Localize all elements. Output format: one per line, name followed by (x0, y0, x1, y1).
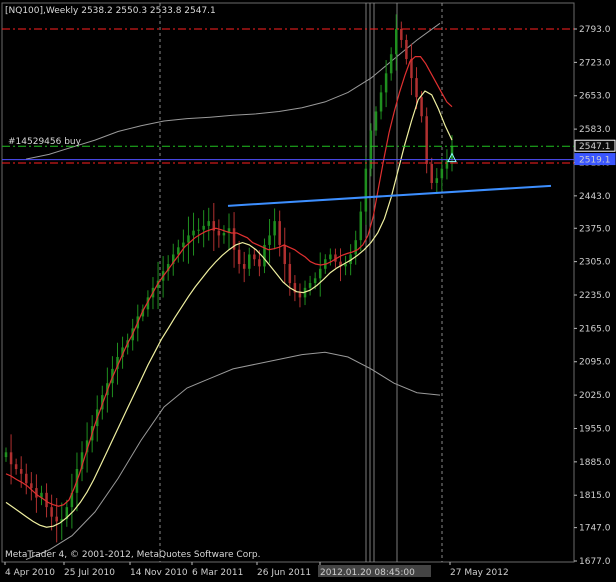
candle-body (318, 268, 322, 279)
candle-body (192, 230, 195, 236)
y-tick-label: 2583.0 (579, 125, 611, 135)
candle-body (14, 464, 18, 469)
candle-body (197, 229, 200, 231)
candle-body (25, 473, 28, 484)
candle-body (248, 254, 251, 269)
candle-body (253, 254, 256, 260)
candle-body (4, 452, 8, 458)
y-tick-label: 1677.0 (579, 557, 611, 567)
candle-body (308, 283, 312, 288)
candle-body (394, 29, 398, 55)
bollinger-lower-line (25, 351, 441, 561)
candle-body (268, 235, 271, 245)
x-tick-label: 27 May 2012 (450, 568, 509, 578)
candle-body (410, 59, 413, 79)
candle-body (445, 159, 449, 169)
y-tick-label: 2095.0 (579, 358, 611, 368)
candle-body (187, 235, 190, 243)
bollinger-bands (25, 22, 441, 561)
candle-body (50, 507, 53, 517)
price-axis: 2793.02723.02653.02583.02513.02443.02375… (4, 25, 616, 578)
y-tick-label: 1955.0 (579, 424, 611, 434)
ma-yellow-line (5, 90, 453, 528)
y-tick-label: 2723.0 (579, 58, 611, 68)
x-tick-label: 2012.01.20 08:45:00 (320, 568, 415, 578)
price-badge-label: 2519.1 (579, 156, 611, 166)
candle-body (273, 221, 276, 236)
price-levels (2, 28, 574, 207)
candle-body (440, 168, 444, 179)
candle-body (435, 178, 439, 183)
order-label: #14529456 buy (8, 137, 82, 147)
y-tick-label: 2793.0 (579, 25, 611, 35)
candle-body (374, 111, 378, 131)
y-tick-label: 2375.0 (579, 224, 611, 234)
candle-body (344, 264, 347, 267)
chart-window[interactable]: 2793.02723.02653.02583.02513.02443.02375… (0, 0, 616, 582)
y-tick-label: 2025.0 (579, 391, 611, 401)
y-tick-label: 2653.0 (579, 92, 611, 102)
candle-body (354, 240, 357, 255)
candle-body (9, 452, 13, 465)
candle-body (283, 244, 287, 265)
candle-body (278, 221, 281, 245)
x-tick-label: 4 Apr 2010 (5, 568, 55, 578)
candle-body (207, 221, 210, 226)
candle-body (182, 242, 185, 248)
candle-body (379, 92, 383, 112)
y-tick-label: 2165.0 (579, 324, 611, 334)
y-tick-label: 2305.0 (579, 258, 611, 268)
y-tick-label: 1885.0 (579, 458, 611, 468)
bollinger-upper-line (25, 22, 441, 160)
candle-body (19, 468, 23, 474)
candles-layer (4, 14, 454, 543)
candle-body (55, 516, 58, 522)
ma-red-line (5, 55, 453, 507)
price-chart[interactable]: 2793.02723.02653.02583.02513.02443.02375… (0, 0, 616, 582)
candle-body (415, 78, 418, 98)
candle-body (237, 249, 241, 265)
candle-body (313, 278, 317, 284)
candle-body (288, 264, 292, 284)
candle-body (329, 254, 332, 260)
chart-header: [NQ100],Weekly 2538.2 2550.3 2533.8 2547… (5, 6, 216, 16)
x-tick-label: 14 Nov 2010 (130, 568, 188, 578)
moving-averages (5, 55, 453, 528)
y-tick-label: 1747.0 (579, 524, 611, 534)
x-tick-label: 25 Jul 2010 (64, 568, 115, 578)
candle-body (425, 116, 428, 164)
candle-body (217, 230, 221, 236)
candle-body (258, 259, 261, 267)
y-tick-label: 1815.0 (579, 491, 611, 501)
price-badge-label: 2547.1 (579, 142, 611, 152)
copyright-text: MetaTrader 4, © 2001-2012, MetaQuotes So… (5, 550, 261, 560)
candle-body (364, 168, 368, 212)
plot-frame (1, 2, 575, 563)
grid-layer (1, 2, 575, 563)
candle-body (420, 97, 423, 117)
candle-body (430, 163, 433, 183)
candle-body (222, 233, 226, 236)
y-tick-label: 2443.0 (579, 192, 611, 202)
candle-body (45, 492, 48, 508)
candle-body (400, 29, 403, 40)
candle-body (389, 54, 393, 74)
candle-body (30, 483, 33, 489)
candle-body (242, 264, 246, 269)
candle-body (359, 211, 363, 241)
candle-body (177, 247, 180, 255)
x-tick-label: 26 Jun 2011 (257, 568, 311, 578)
candle-body (298, 292, 302, 298)
x-tick-label: 6 Mar 2011 (192, 568, 243, 578)
candle-body (405, 39, 408, 60)
y-tick-label: 2235.0 (579, 291, 611, 301)
candle-body (384, 73, 388, 93)
candle-body (202, 225, 205, 230)
